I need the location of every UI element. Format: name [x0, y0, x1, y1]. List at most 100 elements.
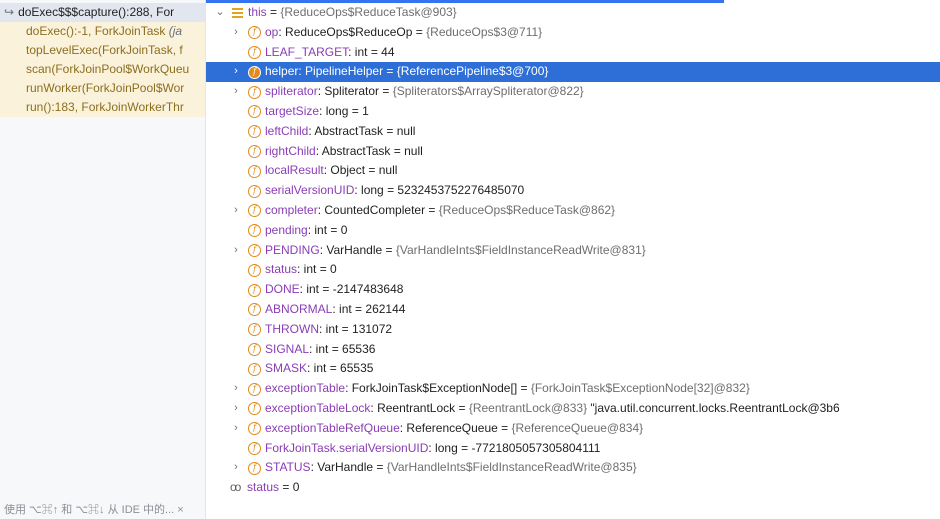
- chevron-right-icon[interactable]: ›: [230, 82, 242, 102]
- stack-frame[interactable]: scan(ForkJoinPool$WorkQueu: [0, 60, 205, 79]
- field-eq: =: [379, 84, 393, 99]
- root-name: this: [248, 5, 267, 19]
- object-icon: [232, 8, 243, 20]
- field-name: op: [265, 24, 279, 39]
- tree-row-field[interactable]: f targetSize: long = 1: [214, 102, 940, 122]
- field-icon: f: [248, 224, 261, 238]
- chevron-right-icon[interactable]: ›: [230, 201, 242, 221]
- return-icon: ↪: [4, 5, 15, 19]
- field-value: {VarHandleInts$FieldInstanceReadWrite@83…: [386, 460, 637, 475]
- field-value: {Spliterators$ArraySpliterator@822}: [392, 84, 584, 99]
- chevron-right-icon[interactable]: ›: [230, 23, 242, 43]
- field-icon: f: [248, 65, 261, 79]
- field-value: {ReduceOps$3@711}: [426, 24, 543, 39]
- field-icon: f: [248, 303, 261, 317]
- tree-row-field[interactable]: › f helper: PipelineHelper = {ReferencePip…: [206, 62, 940, 83]
- field-name: STATUS: [265, 460, 311, 475]
- field-type: : ForkJoinTask$ExceptionNode[]: [345, 381, 518, 396]
- tree-row-field[interactable]: f rightChild: AbstractTask = null: [214, 142, 940, 162]
- field-type: : int: [299, 282, 320, 297]
- tree-row-field[interactable]: › f completer: CountedCompleter = {ReduceO…: [214, 201, 940, 221]
- field-name: completer: [265, 202, 318, 217]
- tree-row-field[interactable]: › f exceptionTable: ForkJoinTask$Exception…: [214, 379, 940, 399]
- stack-frame[interactable]: ↪ doExec$$$capture():288, For: [0, 3, 205, 22]
- field-value: null: [378, 163, 398, 178]
- field-value: null: [396, 123, 416, 138]
- field-value: 262144: [365, 301, 406, 316]
- tree-row-field[interactable]: › f exceptionTableRefQueue: ReferenceQueue…: [214, 419, 940, 439]
- field-content: ForkJoinTask.serialVersionUID: long = -7…: [265, 439, 600, 459]
- tree-row-watch[interactable]: oo status = 0: [214, 478, 940, 498]
- shortcut-hint[interactable]: 使用 ⌥⌘↑ 和 ⌥⌘↓ 从 IDE 中的... ×: [4, 501, 184, 517]
- chevron-right-icon[interactable]: ›: [230, 379, 242, 399]
- stack-frame-label: run():183, ForkJoinWorkerThr: [26, 100, 184, 114]
- field-icon: f: [248, 362, 261, 376]
- field-type: : ReduceOps$ReduceOp: [278, 24, 413, 39]
- stack-frame-label: scan(ForkJoinPool$WorkQueu: [26, 62, 190, 76]
- chevron-down-icon[interactable]: ⌄: [214, 3, 226, 23]
- field-content: SIGNAL: int = 65536: [265, 340, 375, 360]
- field-type: : int: [332, 301, 352, 316]
- chevron-right-icon[interactable]: ›: [230, 419, 242, 439]
- field-icon: f: [248, 461, 261, 475]
- field-icon: f: [248, 145, 261, 159]
- stack-frame[interactable]: run():183, ForkJoinWorkerThr: [0, 98, 205, 117]
- field-value: 131072: [352, 321, 393, 336]
- tree-row-field[interactable]: f localResult: Object = null: [214, 161, 940, 181]
- tree-row-field[interactable]: › f STATUS: VarHandle = {VarHandleInts$Fie…: [214, 458, 940, 478]
- field-content: DONE: int = -2147483648: [265, 280, 403, 300]
- field-content: PENDING: VarHandle = {VarHandleInts$Fiel…: [265, 241, 646, 261]
- chevron-right-icon[interactable]: ›: [230, 62, 242, 82]
- field-name: leftChild: [265, 123, 309, 138]
- field-content: op: ReduceOps$ReduceOp = {ReduceOps$3@71…: [265, 23, 542, 43]
- tree-row-field[interactable]: › f exceptionTableLock: ReentrantLock = {R…: [214, 399, 940, 419]
- tree-row-field[interactable]: f serialVersionUID: long = 52324537522764…: [214, 181, 940, 201]
- tree-row-field[interactable]: › f PENDING: VarHandle = {VarHandleInts$Fi…: [214, 241, 940, 261]
- stack-frame-module: (ja: [168, 24, 183, 38]
- root-value: {ReduceOps$ReduceTask@903}: [280, 5, 457, 19]
- chevron-right-icon[interactable]: ›: [230, 458, 242, 478]
- field-name: ABNORMAL: [265, 301, 333, 316]
- field-eq: =: [455, 400, 469, 415]
- chevron-right-icon[interactable]: ›: [230, 241, 242, 261]
- tree-row-field[interactable]: f pending: int = 0: [214, 221, 940, 241]
- field-name: helper: [265, 64, 299, 79]
- tree-row-field[interactable]: f SMASK: int = 65535: [214, 359, 940, 379]
- tree-row-field[interactable]: f status: int = 0: [214, 260, 940, 280]
- field-name: localResult: [265, 163, 324, 178]
- stack-frame-label: doExec():-1, ForkJoinTask: [26, 24, 169, 38]
- field-content: exceptionTableLock: ReentrantLock = {Ree…: [265, 399, 840, 419]
- field-icon: f: [248, 263, 261, 277]
- watch-icon: oo: [230, 480, 241, 495]
- tree-row-field[interactable]: › f op: ReduceOps$ReduceOp = {ReduceOps$3@…: [214, 23, 940, 43]
- field-icon: f: [248, 46, 261, 60]
- field-name: SMASK: [265, 361, 308, 376]
- stack-frame-label: runWorker(ForkJoinPool$Wor: [26, 81, 185, 95]
- stack-frame[interactable]: runWorker(ForkJoinPool$Wor: [0, 79, 205, 98]
- field-type: : int: [307, 361, 327, 376]
- field-content: exceptionTable: ForkJoinTask$ExceptionNo…: [265, 379, 750, 399]
- stack-frame[interactable]: doExec():-1, ForkJoinTask (ja: [0, 22, 205, 41]
- field-eq: =: [425, 202, 439, 217]
- field-value: {ReferenceQueue@834}: [511, 420, 644, 435]
- field-content: exceptionTableRefQueue: ReferenceQueue =…: [265, 419, 643, 439]
- field-value: null: [404, 143, 423, 158]
- tree-row-field[interactable]: f SIGNAL: int = 65536: [214, 340, 940, 360]
- field-name: SIGNAL: [265, 341, 310, 356]
- watch-content: status = 0: [247, 478, 299, 498]
- tree-row-field[interactable]: f DONE: int = -2147483648: [214, 280, 940, 300]
- tree-row-field[interactable]: f ForkJoinTask.serialVersionUID: long = -…: [214, 439, 940, 459]
- field-type: : int: [307, 222, 328, 237]
- field-eq: =: [383, 123, 397, 138]
- field-value: {ForkJoinTask$ExceptionNode[32]@832}: [530, 381, 750, 396]
- tree-row-field[interactable]: › f spliterator: Spliterator = {Spliterato…: [214, 82, 940, 102]
- tree-row-field[interactable]: f leftChild: AbstractTask = null: [214, 122, 940, 142]
- stack-frame[interactable]: topLevelExec(ForkJoinTask, f: [0, 41, 205, 60]
- field-eq: =: [373, 460, 387, 475]
- tree-row-field[interactable]: f ABNORMAL: int = 262144: [214, 300, 940, 320]
- tree-row-field[interactable]: f THROWN: int = 131072: [214, 320, 940, 340]
- field-icon: f: [248, 244, 261, 258]
- tree-row-field[interactable]: f LEAF_TARGET: int = 44: [214, 43, 940, 63]
- tree-row-this[interactable]: ⌄ this = {ReduceOps$ReduceTask@903}: [214, 3, 940, 23]
- chevron-right-icon[interactable]: ›: [230, 399, 242, 419]
